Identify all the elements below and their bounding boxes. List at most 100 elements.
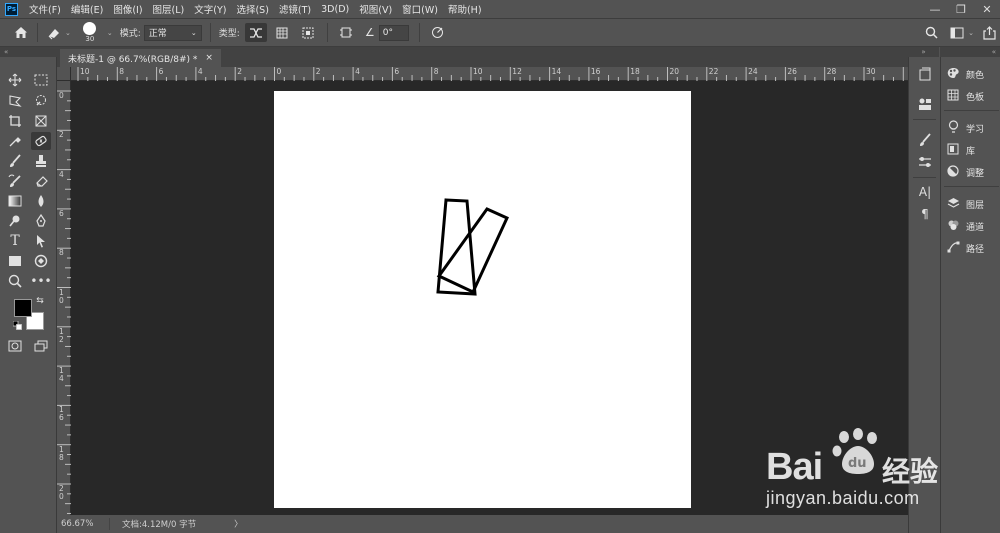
history-panel-icon[interactable] <box>915 65 935 83</box>
brush-tool-icon[interactable] <box>5 152 25 170</box>
create-texture-button[interactable] <box>271 23 293 42</box>
swatches-panel-tab[interactable]: 色板 <box>946 87 984 105</box>
blur-tool-icon[interactable] <box>31 192 51 210</box>
color-panel-tab[interactable]: 颜色 <box>946 65 984 83</box>
horizontal-ruler[interactable]: 10 8 6 4 2 0 2 4 6 8 10 12 14 16 18 20 22 24 26 28 30 <box>71 67 908 81</box>
menu-layer[interactable]: 图层(L) <box>148 2 190 16</box>
move-tool-icon[interactable] <box>5 71 25 89</box>
toolbar-collapse-icon[interactable]: « <box>0 47 57 57</box>
menu-filter[interactable]: 滤镜(T) <box>274 2 316 16</box>
ruler-label: 30 <box>866 67 876 76</box>
eraser-preset-icon[interactable] <box>43 23 65 43</box>
layers-panel-tab[interactable]: 图层 <box>946 195 984 213</box>
paths-panel-tab[interactable]: 路径 <box>946 239 984 257</box>
clone-source-panel-icon[interactable] <box>915 153 935 171</box>
vertical-ruler[interactable]: 0 2 4 6 8 1 0 1 2 1 4 1 6 1 8 2 0 <box>57 81 71 515</box>
eraser-tool-icon[interactable] <box>31 172 51 190</box>
document-tab-title: 未标题-1 @ 66.7%(RGB/8#) * <box>68 54 198 65</box>
workspace-icon[interactable] <box>946 23 968 43</box>
library-icon <box>946 143 960 158</box>
type-tool-icon[interactable]: T <box>5 232 25 250</box>
menu-window[interactable]: 窗口(W) <box>397 2 443 16</box>
sample-all-layers-button[interactable] <box>335 23 357 42</box>
gradient-tool-icon[interactable] <box>5 192 25 210</box>
document-canvas[interactable] <box>274 91 691 508</box>
content-aware-button[interactable] <box>244 23 267 42</box>
menu-help[interactable]: 帮助(H) <box>443 2 487 16</box>
stamp-tool-icon[interactable] <box>31 152 51 170</box>
menu-image[interactable]: 图像(I) <box>108 2 147 16</box>
brush-size-picker[interactable]: 30 <box>77 20 103 46</box>
ruler-origin[interactable] <box>57 67 71 81</box>
path-select-tool-icon[interactable] <box>31 232 51 250</box>
strip-collapse-icon[interactable]: » <box>908 47 939 57</box>
adjustments-panel-tab[interactable]: 调整 <box>946 163 984 181</box>
default-colors-icon[interactable] <box>11 319 23 331</box>
brush-settings-panel-icon[interactable] <box>915 131 935 149</box>
frame-tool-icon[interactable] <box>31 112 51 130</box>
paragraph-panel-icon[interactable]: ¶ <box>915 205 935 223</box>
character-panel-icon[interactable]: A| <box>915 183 935 201</box>
libraries-panel-tab[interactable]: 库 <box>946 141 975 159</box>
ruler-label: 20 <box>669 67 680 76</box>
pen-tool-icon[interactable] <box>31 212 51 230</box>
ruler-label: 8 <box>433 67 439 76</box>
eyedropper-tool-icon[interactable] <box>5 132 25 150</box>
close-window-button[interactable]: ✕ <box>974 0 1000 18</box>
swatches-panel-label: 色板 <box>966 92 985 103</box>
channels-icon <box>946 219 960 234</box>
quick-select-tool-icon[interactable] <box>31 92 51 110</box>
angle-input[interactable]: 0° <box>378 24 409 41</box>
rectangle-tool-icon[interactable] <box>5 252 25 270</box>
restore-button[interactable]: ❐ <box>948 0 974 18</box>
ruler-label: 0 <box>59 91 64 100</box>
screen-mode-icon[interactable] <box>31 337 51 355</box>
document-info[interactable]: 文档:4.12M/0 字节 <box>109 518 196 530</box>
minimize-button[interactable]: — <box>922 0 948 18</box>
dodge-tool-icon[interactable] <box>5 212 25 230</box>
rotate-view-tool-icon[interactable] <box>31 252 51 270</box>
document-tab[interactable]: 未标题-1 @ 66.7%(RGB/8#) * × <box>60 49 221 67</box>
foreground-color-swatch[interactable] <box>14 299 32 317</box>
learn-panel-tab[interactable]: 学习 <box>946 119 984 137</box>
quick-mask-icon[interactable] <box>5 337 25 355</box>
proximity-match-button[interactable] <box>297 23 319 42</box>
zoom-level[interactable]: 66.67% <box>57 519 109 529</box>
menu-view[interactable]: 视图(V) <box>354 2 397 16</box>
ruler-label: 1 4 <box>59 366 64 384</box>
channels-panel-tab[interactable]: 通道 <box>946 217 984 235</box>
pressure-size-button[interactable] <box>427 23 449 42</box>
menu-select[interactable]: 选择(S) <box>231 2 273 16</box>
panel-divider <box>944 186 999 187</box>
share-icon[interactable] <box>978 23 1000 43</box>
options-divider <box>37 23 38 42</box>
menu-edit[interactable]: 编辑(E) <box>66 2 108 16</box>
history-brush-tool-icon[interactable] <box>5 172 25 190</box>
search-icon[interactable] <box>920 23 942 43</box>
lasso-tool-icon[interactable] <box>5 92 25 110</box>
panels-collapse-icon[interactable]: « <box>940 47 1000 57</box>
zoom-tool-icon[interactable] <box>5 272 25 290</box>
swap-colors-icon[interactable]: ⇆ <box>34 295 46 307</box>
status-menu-arrow-icon[interactable]: 〉 <box>234 518 243 530</box>
window-controls: — ❐ ✕ <box>922 0 1000 18</box>
close-tab-icon[interactable]: × <box>205 53 213 63</box>
properties-panel-icon[interactable] <box>915 95 935 113</box>
menu-3d[interactable]: 3D(D) <box>316 4 354 15</box>
crop-tool-icon[interactable] <box>5 112 25 130</box>
home-icon[interactable] <box>10 23 32 43</box>
spot-healing-tool-icon[interactable] <box>31 132 51 150</box>
ruler-label: 12 <box>512 67 522 76</box>
workspace-chevron-icon[interactable]: ⌄ <box>968 29 974 37</box>
ruler-label: 1 0 <box>59 287 64 305</box>
more-tools-icon[interactable]: ••• <box>30 272 51 290</box>
drawing-layer <box>436 198 509 296</box>
brush-chevron-icon[interactable]: ⌄ <box>107 29 113 37</box>
menu-type[interactable]: 文字(Y) <box>189 2 231 16</box>
menu-file[interactable]: 文件(F) <box>24 2 66 16</box>
preset-chevron-icon[interactable]: ⌄ <box>65 29 71 37</box>
watermark-brand-right: 经验 <box>882 455 939 488</box>
rectangle-shape-left[interactable] <box>436 198 477 296</box>
mode-select[interactable]: 正常 ⌄ <box>143 24 202 41</box>
marquee-tool-icon[interactable] <box>31 71 51 89</box>
